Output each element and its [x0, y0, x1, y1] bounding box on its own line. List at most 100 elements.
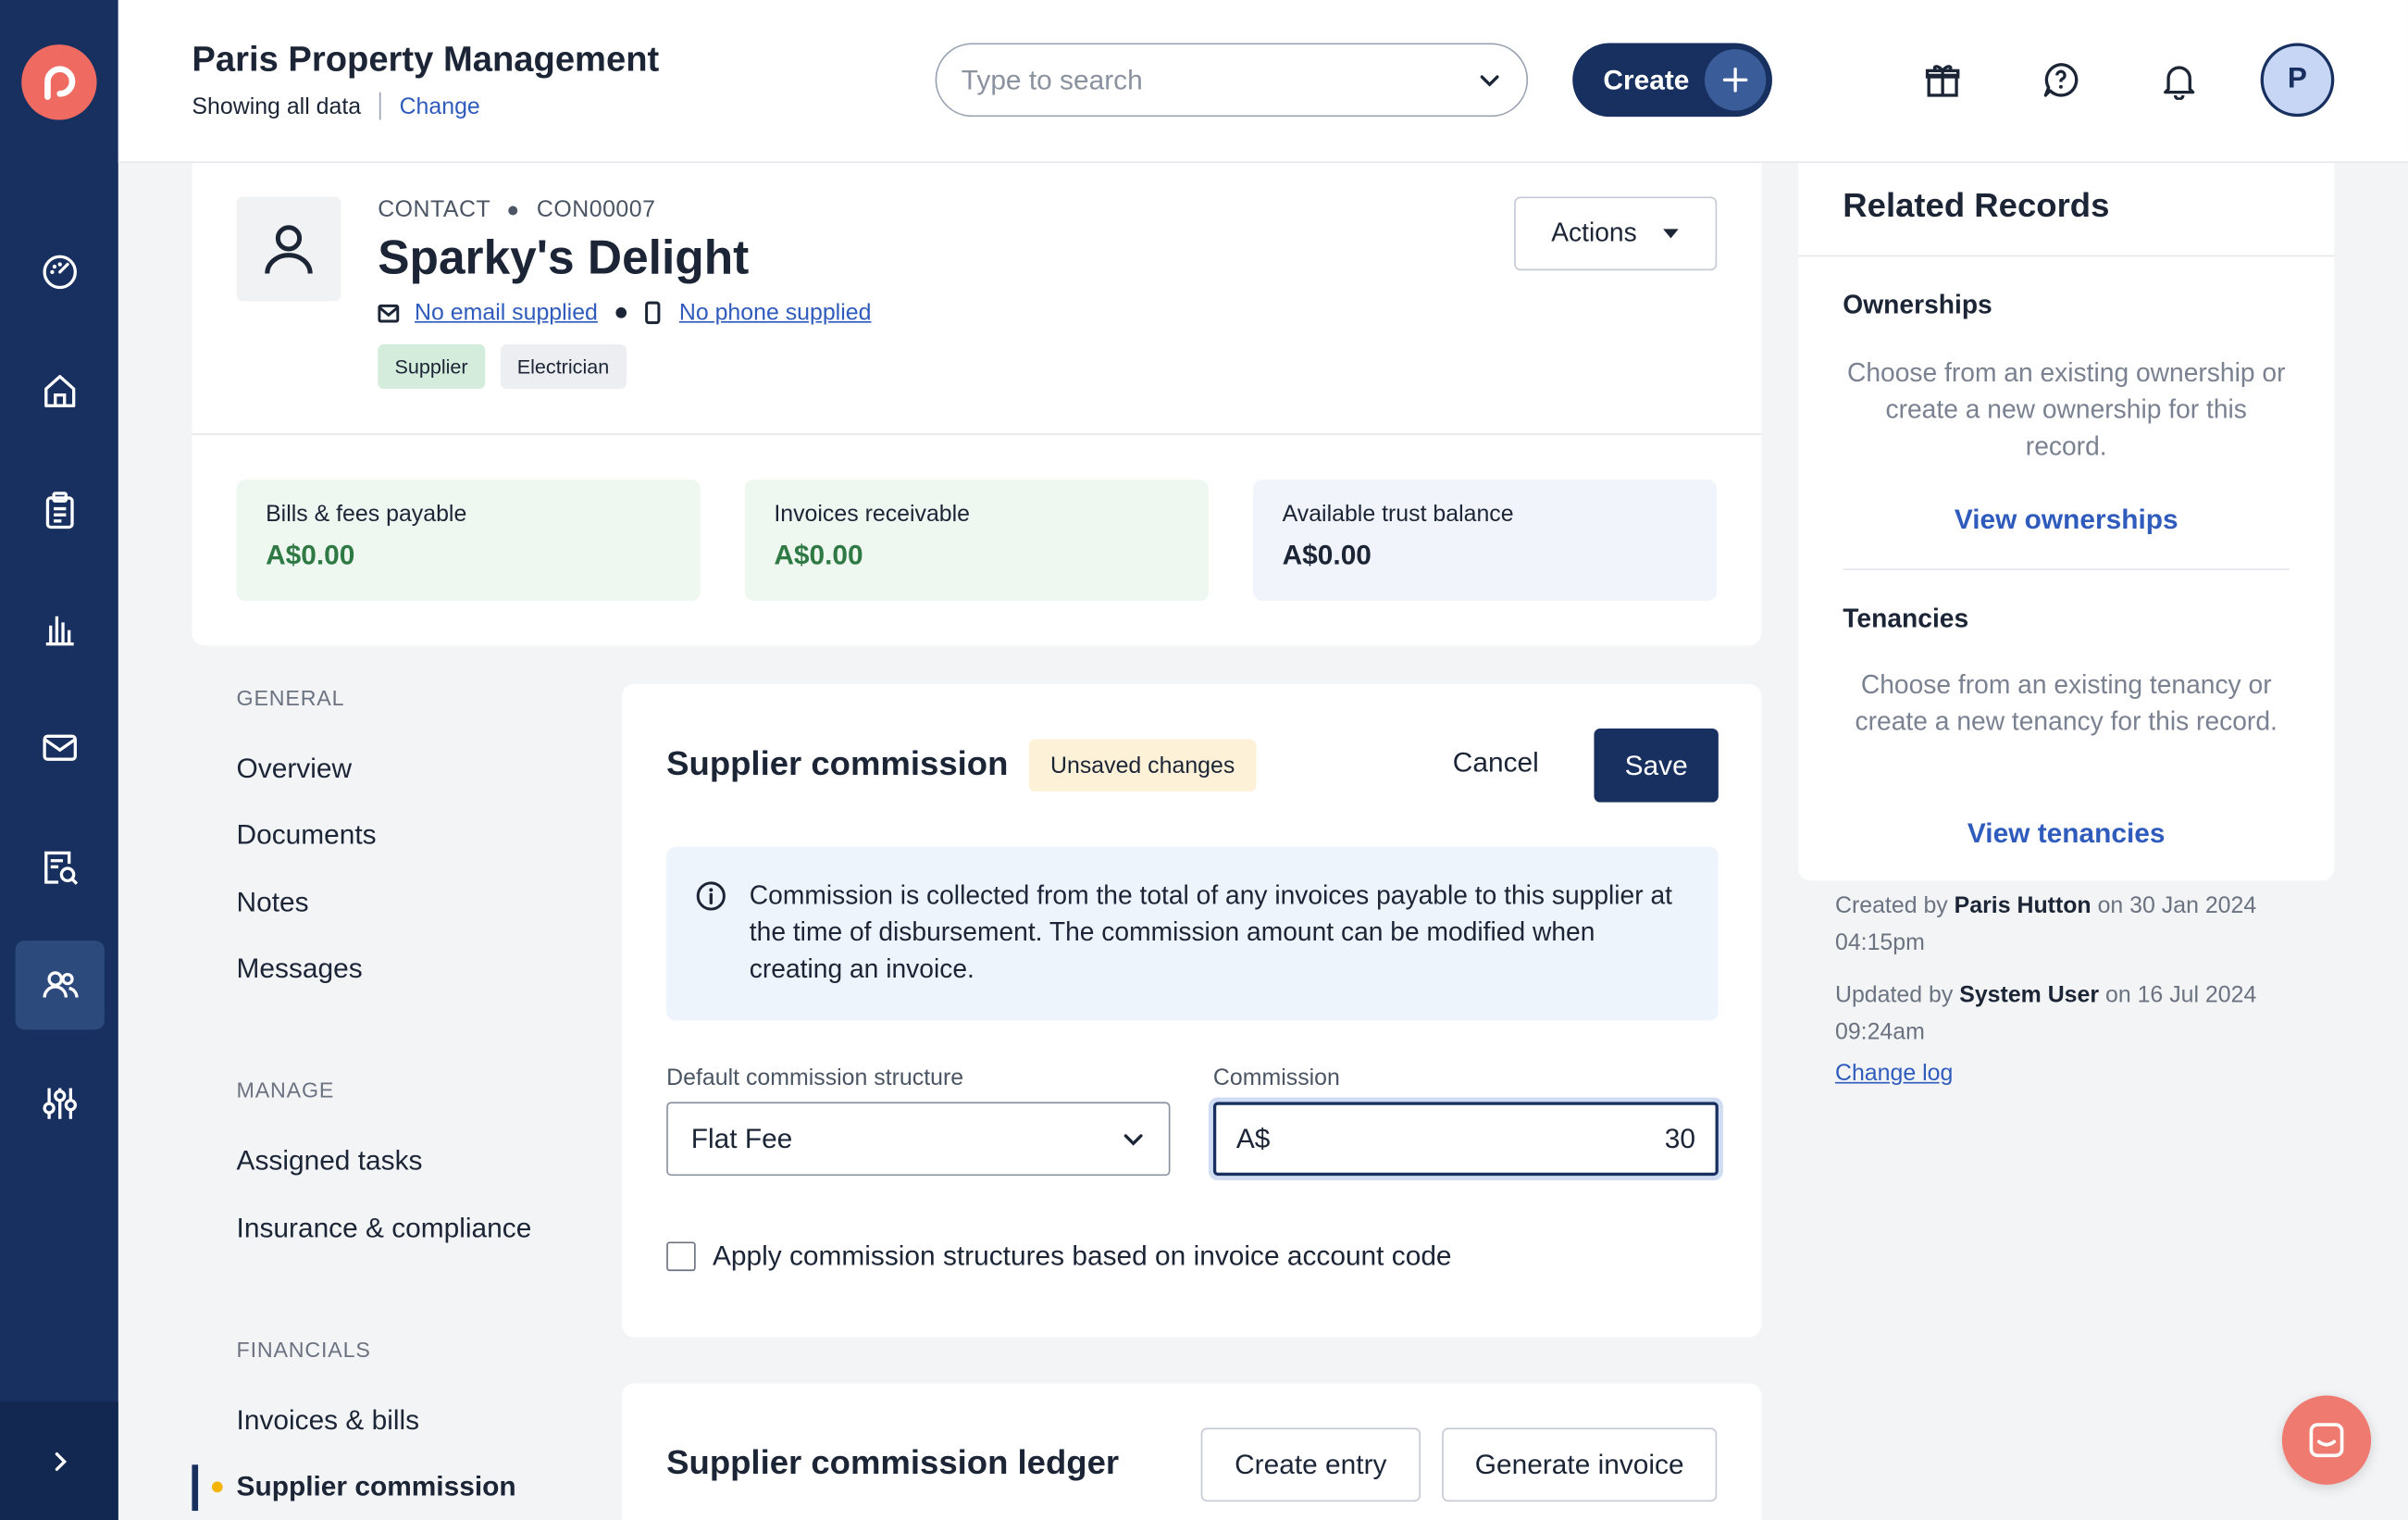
stat-bills-payable: Bills & fees payable A$0.00 [236, 480, 701, 602]
divider [1843, 568, 2290, 570]
rail-reports[interactable] [16, 584, 105, 673]
create-button-label: Create [1603, 63, 1690, 95]
divider [1798, 255, 2335, 257]
stat-invoices-receivable: Invoices receivable A$0.00 [744, 480, 1209, 602]
updated-info: Updated by System User on 16 Jul 2024 09… [1835, 978, 2296, 1052]
updated-prefix: Updated by [1834, 981, 1954, 1009]
create-entry-button[interactable]: Create entry [1200, 1427, 1421, 1502]
structure-value: Flat Fee [690, 1122, 793, 1154]
stat-label: Bills & fees payable [266, 501, 467, 528]
chevron-right-icon [54, 1451, 67, 1471]
ledger-title: Supplier commission ledger [666, 1443, 1120, 1482]
stat-label: Invoices receivable [774, 501, 971, 528]
info-icon [696, 881, 726, 911]
created-prefix: Created by [1834, 892, 1948, 919]
rail-dashboard[interactable] [16, 228, 105, 317]
chevron-down-icon[interactable] [1477, 68, 1502, 93]
top-bar: Paris Property Management Showing all da… [118, 0, 2408, 163]
stat-value: A$0.00 [774, 539, 863, 570]
nav-item-notes[interactable]: Notes [237, 887, 309, 919]
organization-name: Paris Property Management [192, 38, 660, 79]
view-ownerships-link[interactable]: View ownerships [1843, 505, 2290, 537]
tenancies-text: Choose from an existing tenancy or creat… [1855, 669, 2278, 737]
info-callout: Commission is collected from the total o… [666, 846, 1719, 1021]
phone-link[interactable]: No phone supplied [679, 300, 872, 326]
record-type: CONTACT [378, 196, 491, 223]
reports-icon [45, 616, 74, 646]
ownerships-text: Choose from an existing ownership or cre… [1846, 357, 2286, 462]
bell-icon[interactable] [2156, 56, 2203, 103]
contact-header-card: CONTACT CON00007 Sparky's Delight No ema… [192, 162, 1762, 646]
commission-structure-select[interactable]: Flat Fee [666, 1102, 1171, 1177]
change-scope-link[interactable]: Change [400, 93, 480, 118]
contact-name: Sparky's Delight [378, 230, 750, 285]
email-link[interactable]: No email supplied [415, 300, 598, 326]
stat-value: A$0.00 [1282, 539, 1372, 570]
tag-electrician: Electrician [500, 343, 627, 390]
mail-icon [43, 734, 77, 761]
left-rail [0, 0, 118, 1520]
nav-heading-financials: FINANCIALS [236, 1337, 371, 1363]
rail-properties[interactable] [16, 346, 105, 435]
caret-down-icon [1662, 229, 1679, 239]
envelope-icon [378, 304, 400, 322]
commission-label: Commission [1212, 1065, 1340, 1091]
unsaved-indicator-dot [211, 1481, 223, 1493]
apply-structures-label: Apply commission structures based on inv… [712, 1240, 1452, 1272]
help-icon[interactable] [2038, 56, 2084, 103]
cancel-button[interactable]: Cancel [1453, 747, 1539, 779]
expand-rail-button[interactable] [0, 1402, 118, 1520]
apply-structures-checkbox[interactable] [666, 1241, 696, 1272]
phone-icon [645, 301, 661, 325]
plus-icon [1704, 49, 1767, 111]
rail-search-documents[interactable] [16, 822, 105, 911]
logo-icon [43, 65, 75, 100]
rail-messages[interactable] [16, 703, 105, 791]
view-tenancies-link[interactable]: View tenancies [1843, 817, 2290, 850]
nav-heading-manage: MANAGE [236, 1077, 335, 1103]
separator-dot [509, 205, 519, 215]
rail-contacts[interactable] [15, 941, 105, 1030]
divider [379, 92, 381, 120]
commission-field[interactable]: A$ [1212, 1102, 1719, 1177]
home-icon [44, 375, 76, 407]
nav-item-overview[interactable]: Overview [237, 754, 352, 786]
actions-button[interactable]: Actions [1514, 196, 1718, 271]
stat-value: A$0.00 [266, 539, 355, 570]
rail-tasks[interactable] [16, 466, 105, 554]
generate-invoice-button[interactable]: Generate invoice [1442, 1427, 1718, 1502]
commission-amount-input[interactable] [1270, 1122, 1695, 1155]
nav-item-messages[interactable]: Messages [237, 953, 363, 985]
separator-dot [615, 307, 627, 318]
person-icon [265, 225, 313, 274]
nav-item-invoices-bills[interactable]: Invoices & bills [237, 1405, 420, 1438]
dashboard-icon [43, 255, 77, 290]
apply-structures-option[interactable]: Apply commission structures based on inv… [666, 1240, 1452, 1273]
structure-label: Default commission structure [666, 1065, 964, 1091]
gift-icon[interactable] [1919, 56, 1966, 103]
create-button[interactable]: Create [1572, 43, 1772, 118]
search-document-icon [44, 851, 79, 885]
search-input[interactable] [961, 63, 1478, 96]
rail-settings[interactable] [16, 1059, 105, 1148]
global-search[interactable] [935, 43, 1529, 118]
chat-icon [2309, 1423, 2344, 1458]
data-scope-label: Showing all data [192, 93, 362, 119]
nav-item-documents[interactable]: Documents [237, 819, 377, 852]
change-log-link[interactable]: Change log [1835, 1061, 1953, 1087]
user-avatar[interactable]: P [2260, 43, 2335, 118]
divider [192, 433, 1762, 435]
save-button[interactable]: Save [1594, 728, 1719, 803]
nav-item-assigned-tasks[interactable]: Assigned tasks [237, 1145, 423, 1177]
nav-item-supplier-commission[interactable]: Supplier commission [237, 1471, 516, 1503]
commission-ledger-panel: Supplier commission ledger Create entry … [622, 1383, 1762, 1520]
unsaved-changes-badge: Unsaved changes [1028, 739, 1257, 792]
chat-launcher-button[interactable] [2281, 1395, 2372, 1485]
related-records-panel: Related Records Ownerships Choose from a… [1798, 162, 2335, 881]
nav-item-insurance[interactable]: Insurance & compliance [237, 1213, 532, 1245]
actions-label: Actions [1551, 218, 1637, 248]
contact-details: No email supplied No phone supplied [378, 300, 871, 326]
app-logo[interactable] [21, 44, 97, 120]
stat-trust-balance: Available trust balance A$0.00 [1253, 480, 1718, 602]
ownerships-heading: Ownerships [1843, 290, 1992, 320]
